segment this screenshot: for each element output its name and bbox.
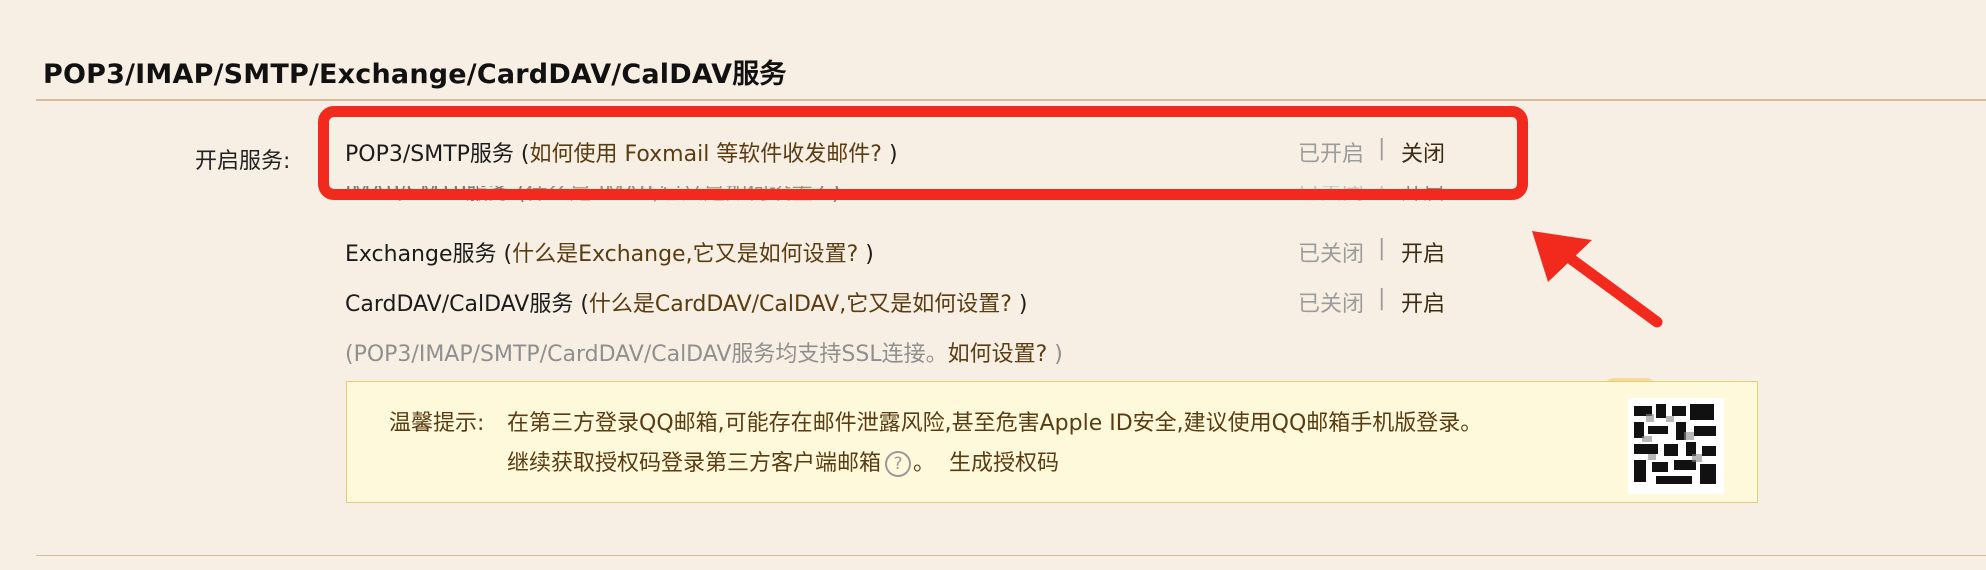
service-name: IMAP/SMTP服务 [345,186,510,205]
tip-label: 温馨提示: [389,411,485,436]
qr-code-graphic [1632,404,1720,488]
question-circle-icon[interactable]: ? [885,451,912,477]
service-name: Exchange服务 [345,242,497,267]
help-link-exchange[interactable]: 什么是Exchange,它又是如何设置? [512,242,858,267]
ssl-note: (POP3/IMAP/SMTP/CardDAV/CalDAV服务均支持SSL连接… [345,336,1063,368]
title-divider [36,99,1986,101]
tip-line1: 在第三方登录QQ邮箱,可能存在邮件泄露风险,甚至危害Apple ID安全,建议使… [507,411,1483,436]
status-badge: 已开启 [1298,142,1365,167]
service-row-carddav-caldav: CardDAV/CalDAV服务 (什么是CardDAV/CalDAV,它又是如… [345,286,1465,320]
service-row-exchange: Exchange服务 (什么是Exchange,它又是如何设置? ) 已关闭 |… [345,236,1465,270]
bottom-divider [36,555,1986,556]
help-open-paren: ( [573,292,589,317]
separator: | [1378,186,1386,199]
red-arrow-annotation [1532,231,1663,328]
service-name: POP3/SMTP服务 [345,142,514,167]
help-close-paren: ) [1011,292,1028,317]
help-close-paren: ) [858,242,874,267]
toggle-carddav-button[interactable]: 开启 [1401,286,1445,318]
help-open-paren: ( [509,186,526,205]
ssl-note-text: (POP3/IMAP/SMTP/CardDAV/CalDAV服务均支持SSL连接… [345,342,948,367]
generate-auth-code-link[interactable]: 生成授权码 [949,451,1059,476]
service-name: CardDAV/CalDAV服务 [345,292,574,317]
ssl-note-close: ) [1047,342,1063,367]
toggle-exchange-button[interactable]: 开启 [1401,236,1445,268]
help-open-paren: ( [513,142,530,167]
enable-service-label: 开启服务: [195,149,291,174]
section-title: POP3/IMAP/SMTP/Exchange/CardDAV/CalDAV服务 [43,59,787,90]
status-badge: 已关闭 [1298,186,1365,205]
tip-line2-suffix: 。 [913,451,936,476]
qr-code-icon [1628,398,1724,494]
tip-line2: 继续获取授权码登录第三方客户端邮箱?。生成授权码 [507,445,1059,477]
help-open-paren: ( [496,242,513,267]
separator: | [1378,136,1386,161]
status-badge: 已关闭 [1298,242,1365,267]
help-link-carddav[interactable]: 什么是CardDAV/CalDAV,它又是如何设置? [589,292,1012,317]
help-link-imap[interactable]: 什么是 IMAP,它又是如何设置? [525,186,824,205]
help-close-paren: ) [824,186,841,205]
help-link-pop3[interactable]: 如何使用 Foxmail 等软件收发邮件? [530,142,882,167]
service-row-pop3-smtp: POP3/SMTP服务 (如何使用 Foxmail 等软件收发邮件? ) 已开启… [345,136,1465,170]
tip-box: 温馨提示: 在第三方登录QQ邮箱,可能存在邮件泄露风险,甚至危害Apple ID… [346,381,1758,503]
tip-line2-text: 继续获取授权码登录第三方客户端邮箱 [507,451,882,476]
ssl-howto-link[interactable]: 如何设置? [948,342,1048,367]
separator: | [1378,236,1386,261]
separator: | [1378,286,1386,311]
status-badge: 已关闭 [1298,292,1365,317]
toggle-imap-button[interactable]: 开启 [1401,186,1445,206]
service-row-imap-smtp: IMAP/SMTP服务 (什么是 IMAP,它又是如何设置? ) 已关闭 | 开… [345,186,1465,208]
help-close-paren: ) [881,142,898,167]
toggle-pop3-button[interactable]: 关闭 [1401,136,1445,168]
